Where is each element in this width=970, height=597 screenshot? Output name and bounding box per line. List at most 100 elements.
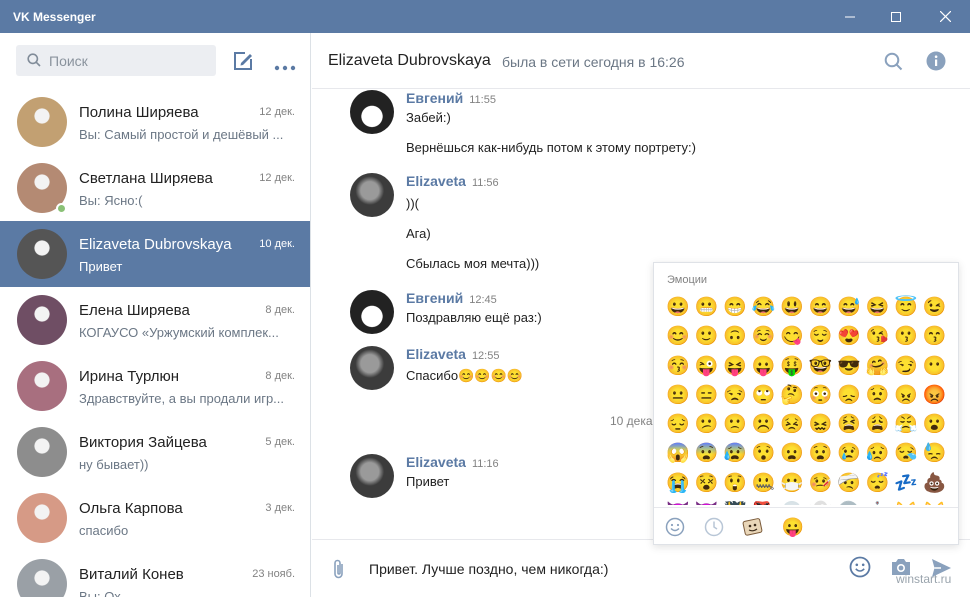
emoji-item[interactable]: 😢 [835,439,864,468]
emoji-item[interactable]: 😄 [807,293,836,322]
emoji-item[interactable]: 😯 [750,439,779,468]
emoji-item[interactable]: 🤔 [778,381,807,410]
dialog-item[interactable]: Ольга Карпова 3 дек. спасибо [0,485,310,551]
message-author[interactable]: Elizaveta 11:16 [406,454,499,470]
dialog-item[interactable]: Elizaveta Dubrovskaya 10 дек. Привет [0,221,310,287]
emoji-item[interactable]: 😱 [664,439,693,468]
emoji-item[interactable]: 😘 [864,322,893,351]
emoji-item[interactable]: 😈 [664,498,693,505]
dialog-item[interactable]: Ирина Турлюн 8 дек. Здравствуйте, а вы про… [0,353,310,419]
emoji-item[interactable]: 😨 [693,439,722,468]
emoji-item[interactable]: 😉 [921,293,950,322]
more-button[interactable] [274,59,296,74]
emoji-item[interactable]: ☺️ [750,322,779,351]
dialog-item[interactable]: Виталий Конев 23 нояб. Вы: Ох [0,551,310,597]
chat-info-button[interactable] [926,51,946,74]
emoji-item[interactable]: 😴 [864,469,893,498]
emoji-item[interactable]: 😧 [807,439,836,468]
emoji-item[interactable]: 👽 [835,498,864,505]
avatar[interactable] [350,454,394,498]
dialog-item[interactable]: Полина Ширяева 12 дек. Вы: Самый простой и… [0,89,310,155]
avatar[interactable] [350,346,394,390]
emoji-item[interactable]: 😛 [750,352,779,381]
compose-button[interactable] [232,50,254,75]
emoji-item[interactable]: 🙂 [693,322,722,351]
emoji-item[interactable]: 😞 [835,381,864,410]
emoji-item[interactable]: 🤗 [864,352,893,381]
emoji-item[interactable]: 😩 [864,410,893,439]
tab-emoji-recent[interactable] [701,515,727,539]
tab-emoji-smiles[interactable] [662,515,688,539]
peer-name[interactable]: Elizaveta Dubrovskaya [328,52,491,70]
emoji-item[interactable]: 😑 [693,381,722,410]
emoji-item[interactable]: 😷 [778,469,807,498]
message-author[interactable]: Elizaveta 12:55 [406,346,499,362]
avatar[interactable] [350,290,394,334]
emoji-item[interactable]: 🤐 [750,469,779,498]
emoji-item[interactable]: 😣 [778,410,807,439]
emoji-item[interactable]: 😦 [778,439,807,468]
emoji-item[interactable]: 😃 [778,293,807,322]
tab-sticker-pack[interactable]: 😛 [780,515,806,539]
message-input[interactable]: Привет. Лучше поздно, чем никогда:) [369,561,608,577]
message-author[interactable]: Евгений 11:55 [406,90,496,106]
emoji-item[interactable]: 😟 [864,381,893,410]
emoji-item[interactable]: 😓 [921,439,950,468]
close-button[interactable] [922,0,968,33]
emoji-item[interactable]: 😗 [892,322,921,351]
dialog-item[interactable]: Елена Ширяева 8 дек. КОГАУСО «Уржумский ко… [0,287,310,353]
emoji-item[interactable]: 😆 [864,293,893,322]
dialog-item[interactable]: Виктория Зайцева 5 дек. ну бывает)) [0,419,310,485]
emoji-item[interactable]: 😔 [664,410,693,439]
emoji-item[interactable]: 😜 [693,352,722,381]
emoji-item[interactable]: 🤖 [864,498,893,505]
emoji-item[interactable]: 😊 [664,322,693,351]
emoji-item[interactable]: 😪 [892,439,921,468]
emoji-item[interactable]: 😋 [778,322,807,351]
emoji-item[interactable]: 😒 [721,381,750,410]
emoji-item[interactable]: 😅 [835,293,864,322]
emoji-item[interactable]: 😕 [693,410,722,439]
message-author[interactable]: Евгений 12:45 [406,290,497,306]
emoji-item[interactable]: 😏 [892,352,921,381]
chat-search-button[interactable] [884,52,903,74]
emoji-item[interactable]: 🤕 [835,469,864,498]
emoji-item[interactable]: 👻 [807,498,836,505]
emoji-item[interactable]: 🤒 [807,469,836,498]
emoji-item[interactable]: 😂 [750,293,779,322]
emoji-item[interactable]: 😺 [892,498,921,505]
emoji-item[interactable]: 😭 [664,469,693,498]
emoji-item[interactable]: 😳 [807,381,836,410]
emoji-item[interactable]: 😀 [664,293,693,322]
emoji-item[interactable]: 🤑 [778,352,807,381]
emoji-item[interactable]: 🙁 [721,410,750,439]
emoji-item[interactable]: 😎 [835,352,864,381]
emoji-item[interactable]: 😮 [921,410,950,439]
emoji-item[interactable]: 😝 [721,352,750,381]
maximize-button[interactable] [873,0,919,33]
emoji-item[interactable]: 😵 [693,469,722,498]
emoji-button[interactable] [849,556,871,581]
emoji-item[interactable]: 😶 [921,352,950,381]
emoji-item[interactable]: 😡 [921,381,950,410]
emoji-item[interactable]: 😇 [892,293,921,322]
message-author[interactable]: Elizaveta 11:56 [406,173,499,189]
emoji-item[interactable]: 😍 [835,322,864,351]
emoji-item[interactable]: 😸 [921,498,950,505]
emoji-item[interactable]: 💩 [921,469,950,498]
attach-button[interactable] [332,558,346,583]
emoji-item[interactable]: 😌 [807,322,836,351]
search-input[interactable]: Поиск [16,45,216,76]
emoji-item[interactable]: 🙄 [750,381,779,410]
emoji-item[interactable]: 👿 [693,498,722,505]
emoji-item[interactable]: 😚 [664,352,693,381]
emoji-item[interactable]: 😠 [892,381,921,410]
emoji-item[interactable]: 😰 [721,439,750,468]
emoji-item[interactable]: 😫 [835,410,864,439]
emoji-item[interactable]: 😤 [892,410,921,439]
dialog-item[interactable]: Светлана Ширяева 12 дек. Вы: Ясно:( [0,155,310,221]
tab-stickers[interactable] [740,515,766,539]
emoji-item[interactable]: 🙃 [721,322,750,351]
emoji-item[interactable]: 😥 [864,439,893,468]
emoji-item[interactable]: 👹 [721,498,750,505]
